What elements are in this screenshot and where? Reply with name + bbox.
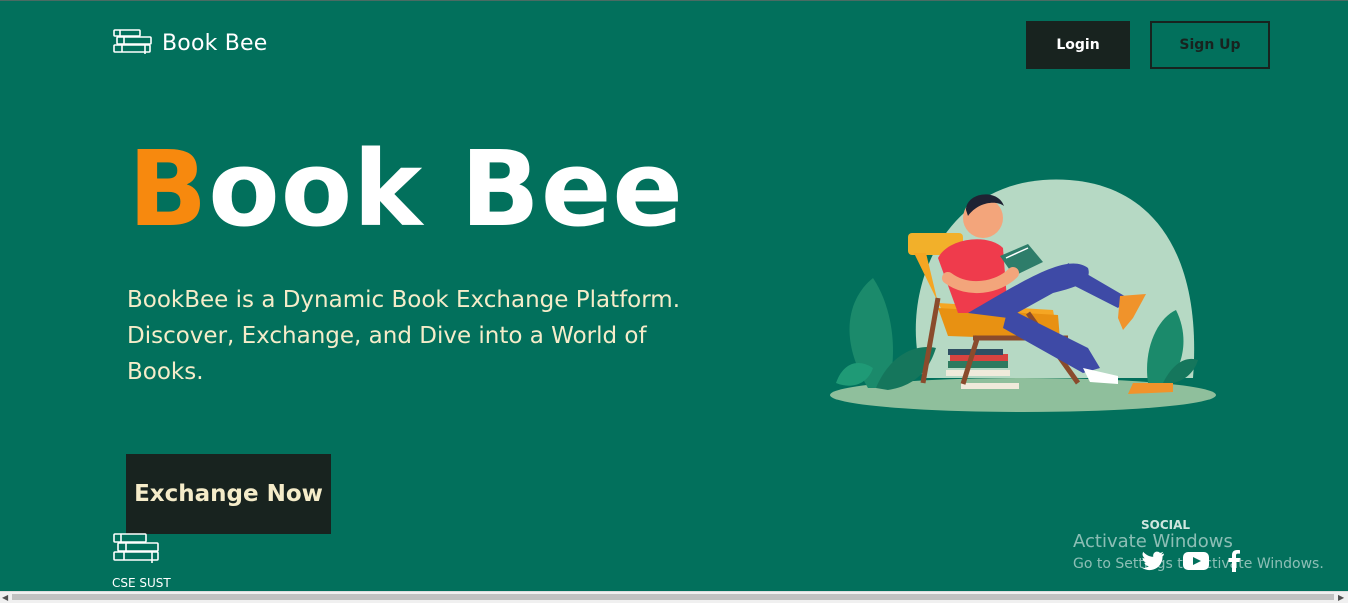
reading-man-illustration [828, 178, 1223, 422]
scrollbar-thumb[interactable] [12, 594, 1334, 600]
top-border [0, 0, 1348, 1]
hero-title-initial: B [128, 128, 209, 250]
activate-windows-title: Activate Windows [1073, 531, 1233, 552]
scroll-left-arrow-icon[interactable]: ◀ [2, 592, 8, 603]
hero-title-rest: ook Bee [208, 128, 684, 250]
footer-label: CSE SUST [112, 576, 171, 590]
twitter-icon[interactable] [1141, 551, 1165, 575]
social-heading: SOCIAL [1141, 518, 1191, 532]
social-icons [1141, 550, 1241, 576]
hero-description: BookBee is a Dynamic Book Exchange Platf… [127, 287, 681, 385]
brand-name: Book Bee [162, 30, 268, 56]
scroll-right-arrow-icon[interactable]: ▶ [1338, 592, 1344, 603]
signup-button[interactable]: Sign Up [1150, 21, 1270, 69]
hero-title: Book Bee [128, 128, 684, 250]
books-logo-icon [112, 27, 154, 59]
footer-books-icon [112, 531, 162, 569]
facebook-icon[interactable] [1227, 550, 1241, 576]
brand[interactable]: Book Bee [112, 27, 268, 59]
login-button[interactable]: Login [1026, 21, 1130, 69]
exchange-now-button[interactable]: Exchange Now [126, 454, 331, 534]
horizontal-scrollbar[interactable]: ◀ ▶ [0, 591, 1348, 603]
youtube-icon[interactable] [1183, 551, 1209, 575]
